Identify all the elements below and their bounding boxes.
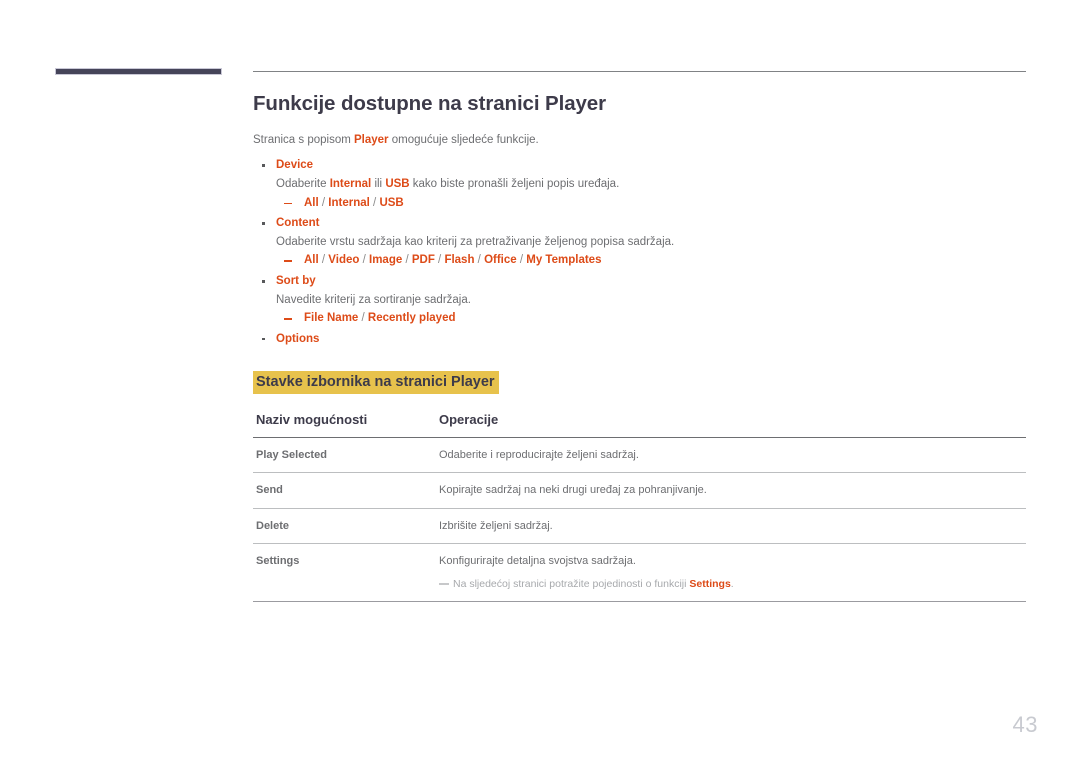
page-number: 43 (1012, 712, 1038, 737)
option-all: All (304, 254, 319, 267)
feature-name-sort-by: Sort by (253, 272, 1026, 291)
table-header-name: Naziv mogućnosti (253, 411, 436, 438)
note-text-end: . (730, 577, 734, 590)
desc-text: Odaberite (276, 177, 330, 190)
page-title: Funkcije dostupne na stranici Player (253, 92, 606, 115)
table-row: Settings Konfigurirajte detaljna svojstv… (253, 543, 1026, 603)
feature-options-sort-by: File Name / Recently played (253, 309, 1026, 328)
option-all: All (304, 196, 319, 209)
feature-options-device: All / Internal / USB (253, 194, 1026, 213)
feature-list: Device Odaberite Internal ili USB kako b… (253, 156, 1026, 348)
feature-desc-sort-by: Navedite kriterij za sortiranje sadržaja… (276, 293, 471, 306)
table-row: Send Kopirajte sadržaj na neki drugi ure… (253, 472, 1026, 509)
feature-name-options: Options (253, 330, 1026, 349)
option-file-name: File Name (304, 312, 359, 325)
table-row: Delete Izbrišite željeni sadržaj. (253, 508, 1026, 545)
row-name-delete: Delete (253, 508, 436, 545)
feature-name-device: Device (253, 156, 1026, 175)
row-operation-settings: Konfigurirajte detaljna svojstva sadržaj… (436, 543, 1026, 603)
note-term-settings: Settings (689, 577, 731, 590)
option-video: Video (328, 254, 360, 267)
list-item: Device Odaberite Internal ili USB kako b… (253, 156, 1026, 212)
menu-items-table: Naziv mogućnosti Operacije Play Selected… (253, 411, 1026, 603)
header-rule (253, 71, 1026, 72)
section-heading: Stavke izbornika na stranici Player (253, 370, 499, 394)
option-image: Image (369, 254, 403, 267)
intro-text-after: omogućuje sljedeće funkcije. (388, 134, 539, 146)
row-name-settings: Settings (253, 543, 436, 603)
table-header-operation: Operacije (436, 411, 1026, 438)
desc-text-mid: ili (371, 177, 386, 190)
option-recently-played: Recently played (367, 312, 456, 325)
list-item: Options (253, 330, 1026, 349)
list-item: Content Odaberite vrstu sadržaja kao kri… (253, 214, 1026, 270)
note-text: Na sljedećoj stranici potražite pojedino… (453, 577, 690, 590)
intro-text-before: Stranica s popisom (253, 134, 354, 146)
desc-term-usb: USB (385, 177, 410, 190)
desc-term-internal: Internal (329, 177, 372, 190)
option-pdf: PDF (411, 254, 435, 267)
list-item: Sort by Navedite kriterij za sortiranje … (253, 272, 1026, 328)
intro-paragraph: Stranica s popisom Player omogućuje slje… (253, 132, 1026, 149)
section-heading-wrapper: Stavke izbornika na stranici Player (253, 370, 1026, 394)
row-name-send: Send (253, 472, 436, 509)
page-content: Funkcije dostupne na stranici Player Str… (253, 92, 1026, 603)
row-operation-send: Kopirajte sadržaj na neki drugi uređaj z… (436, 472, 1026, 509)
feature-desc-device: Odaberite Internal ili USB kako biste pr… (253, 175, 1026, 194)
option-flash: Flash (444, 254, 475, 267)
table-row: Play Selected Odaberite i reproducirajte… (253, 437, 1026, 474)
header-decoration-bar (55, 68, 222, 75)
option-office: Office (484, 254, 517, 267)
row-operation-delete: Izbrišite željeni sadržaj. (436, 508, 1026, 545)
option-usb: USB (379, 196, 404, 209)
table-header-row: Naziv mogućnosti Operacije (253, 411, 1026, 438)
option-internal: Internal (328, 196, 370, 209)
row-name-play-selected: Play Selected (253, 437, 436, 474)
feature-desc-content: Odaberite vrstu sadržaja kao kriterij za… (276, 235, 675, 248)
desc-text-end: kako biste pronašli željeni popis uređaj… (409, 177, 620, 190)
intro-term-player: Player (354, 134, 389, 146)
feature-options-content: All / Video / Image / PDF / Flash / Offi… (253, 251, 1026, 270)
row-note-settings: Na sljedećoj stranici potražite pojedino… (439, 577, 1026, 593)
row-operation-settings-text: Konfigurirajte detaljna svojstva sadržaj… (439, 555, 636, 568)
feature-name-content: Content (253, 214, 1026, 233)
row-operation-play-selected: Odaberite i reproducirajte željeni sadrž… (436, 437, 1026, 474)
option-my-templates: My Templates (526, 254, 602, 267)
